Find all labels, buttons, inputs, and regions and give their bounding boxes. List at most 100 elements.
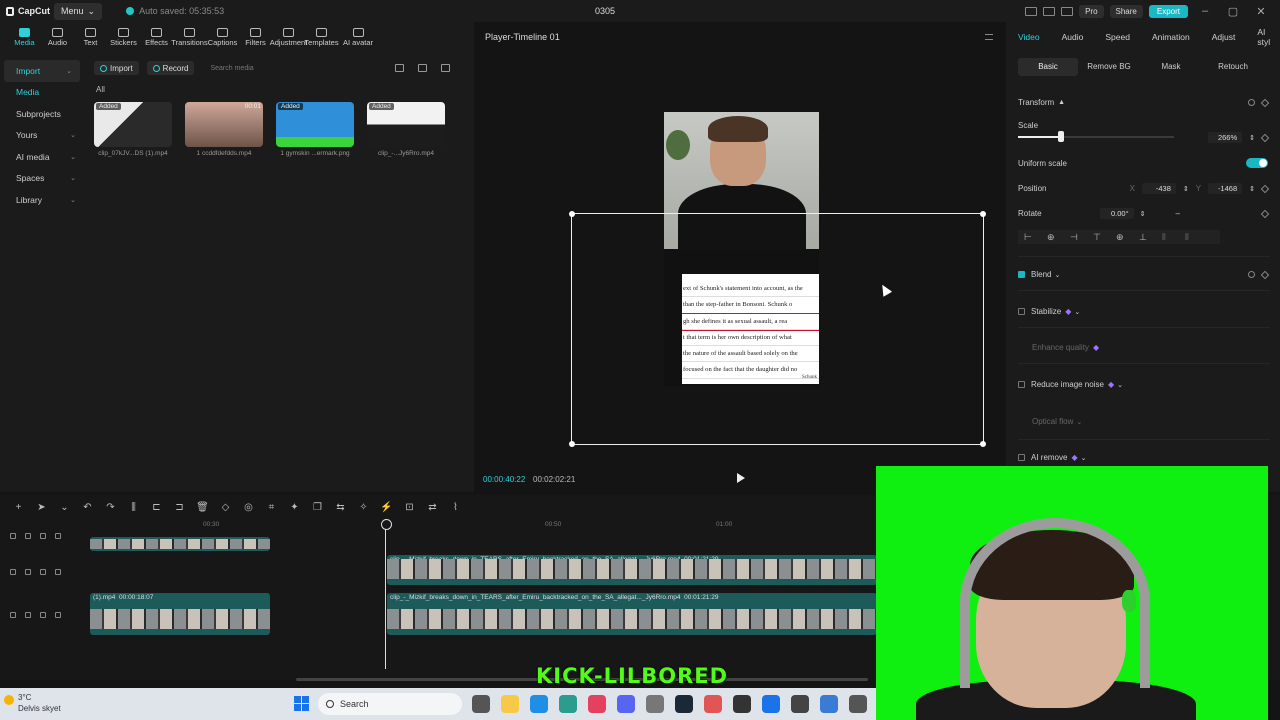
chevron-down-icon[interactable]: ⌄ [58,502,71,513]
keyframe-icon[interactable] [1260,209,1270,218]
subtab-retouch[interactable]: Retouch [1202,58,1264,76]
keyframe-icon[interactable] [1260,184,1270,193]
uniform-scale-toggle[interactable] [1246,158,1268,168]
edge-icon[interactable] [559,695,577,713]
ai-icon[interactable]: ✦ [288,502,301,513]
tool-ai-avatar[interactable]: AI avatar [338,22,378,52]
scale-value[interactable]: 266% [1208,132,1243,143]
record-button[interactable]: Record [146,61,195,75]
media-item[interactable]: Added 1 gymskin ...ermark.png [276,102,354,157]
nav-item-subprojects[interactable]: Subprojects [0,103,84,125]
lock-icon[interactable] [25,569,31,575]
reduce-noise-checkbox[interactable] [1018,381,1025,388]
tool-captions[interactable]: Captions [206,22,239,52]
tab-speed[interactable]: Speed [1105,32,1130,42]
tool-filters[interactable]: Filters [239,22,272,52]
stepper-icon[interactable]: ⇕ [1249,185,1255,193]
blend-checkbox[interactable] [1018,271,1025,278]
pos-x-input[interactable]: -438 [1141,183,1176,194]
transform-icon[interactable]: ⊡ [403,502,416,513]
distribute-h-icon[interactable]: ⫴ [1162,232,1185,243]
align-right-icon[interactable]: ⊣ [1070,232,1093,243]
keyframe-icon[interactable] [1260,270,1270,279]
nav-item-import[interactable]: Import ⌄ [4,60,80,82]
stabilize-row[interactable]: Stabilize ◆ ⌄ [1018,307,1268,316]
wand-icon[interactable]: ⚡ [380,502,393,513]
pro-button[interactable]: Pro [1079,4,1104,18]
tool-audio[interactable]: Audio [41,22,74,52]
resize-handle-bl[interactable] [569,441,575,447]
folder-icon[interactable] [530,695,548,713]
timeline-clip[interactable]: clip_-_Mizkif_breaks_down_in_TEARS_after… [387,555,877,585]
optical-flow-row[interactable]: Optical flow ⌄ [1018,417,1268,426]
weather-widget[interactable]: 3°C Delvis skyet [4,692,61,714]
track-frame-icon[interactable] [10,612,16,618]
blend-row[interactable]: Blend ⌄ [1018,270,1270,279]
subtab-remove-bg[interactable]: Remove BG [1078,58,1140,76]
enhance-row[interactable]: Enhance quality ◆ [1018,343,1268,352]
playhead[interactable] [381,519,392,669]
sort-icon[interactable] [418,64,427,72]
chrome-icon[interactable] [617,695,635,713]
transform-header[interactable]: Transform ▲ [1018,98,1270,107]
add-icon[interactable]: + [12,502,25,513]
reduce-noise-row[interactable]: Reduce image noise ◆ ⌄ [1018,380,1268,389]
hamburger-icon[interactable] [985,34,993,40]
terminal-icon[interactable] [501,695,519,713]
filter-icon[interactable] [441,64,450,72]
speaker-icon[interactable] [55,612,61,618]
tool-adjustment[interactable]: Adjustment [270,22,307,52]
tab-animation[interactable]: Animation [1152,32,1190,42]
scale-slider-track[interactable] [1061,136,1174,138]
resize-handle-tr[interactable] [980,211,986,217]
capcut-icon[interactable] [733,695,751,713]
tool-text[interactable]: Text [74,22,107,52]
tool-templates[interactable]: Templates [304,22,339,52]
export-button[interactable]: Export [1148,4,1188,18]
align-bottom-icon[interactable]: ⊥ [1139,232,1162,243]
time-ruler[interactable]: 00:30 00:50 01:00 [90,519,880,533]
file-explorer-icon[interactable] [472,695,490,713]
split-icon[interactable]: ⫼ [127,502,140,513]
eye-icon[interactable] [40,612,46,618]
keyframe-icon[interactable] [1260,133,1270,142]
close-icon[interactable]: ✕ [1250,5,1272,18]
tab-video[interactable]: Video [1018,32,1040,42]
stepper-icon[interactable]: ⇕ [1183,185,1189,193]
resize-handle-tl[interactable] [569,211,575,217]
timeline-clip[interactable]: clip_-_Mizkif_breaks_down_in_TEARS_after… [387,593,877,635]
scale-slider-fill[interactable] [1018,136,1061,138]
calculator-icon[interactable] [675,695,693,713]
stepper-icon[interactable]: ⇕ [1249,134,1255,142]
tool-media[interactable]: Media [8,22,41,52]
media-item[interactable]: Added clip_-...Jy6Rro.mp4 [367,102,445,157]
timeline-clip[interactable] [90,537,270,551]
tool-effects[interactable]: Effects [140,22,173,52]
vscode-icon[interactable] [849,695,867,713]
track-frame-icon[interactable] [10,533,16,539]
align-center-h-icon[interactable]: ⊕ [1047,232,1070,243]
grid-view-icon[interactable] [395,64,404,72]
align-left-icon[interactable]: ⊢ [1024,232,1047,243]
swap-icon[interactable]: ⇄ [426,502,439,513]
store-icon[interactable] [588,695,606,713]
mirror-icon[interactable]: ⇆ [334,502,347,513]
tab-audio[interactable]: Audio [1062,32,1084,42]
timeline-clip[interactable]: (1).mp4 00:00:18:07 [90,593,270,635]
select-tool-icon[interactable]: ➤ [35,502,48,513]
duplicate-icon[interactable]: ❐ [311,502,324,513]
nav-item-library[interactable]: Library ⌄ [0,189,84,211]
reset-icon[interactable] [1248,99,1255,106]
media-item[interactable]: 00:01 1 ccddfdefdds.mp4 [185,102,263,157]
pos-y-input[interactable]: -1468 [1208,183,1243,194]
tab-ai-styl[interactable]: AI styl [1257,27,1280,47]
delete-icon[interactable]: 🗑 [196,502,209,513]
redo-icon[interactable]: ↷ [104,502,117,513]
play-icon[interactable] [737,473,745,483]
rotate-extra[interactable]: – [1175,209,1179,218]
speaker-icon[interactable] [55,533,61,539]
notepad-icon[interactable] [791,695,809,713]
align-top-icon[interactable]: ⊤ [1093,232,1116,243]
crop-icon[interactable]: ⌗ [265,502,278,513]
ai-remove-row[interactable]: AI remove ◆ ⌄ [1018,453,1268,462]
